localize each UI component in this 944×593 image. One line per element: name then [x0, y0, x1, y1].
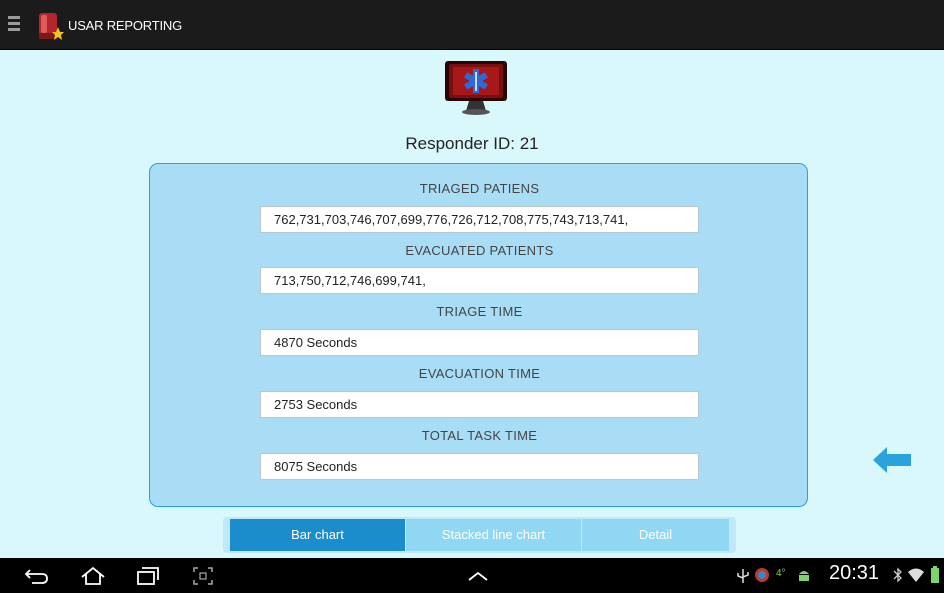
app-title: USAR REPORTING: [68, 18, 182, 33]
triage-time-field[interactable]: 4870 Seconds: [260, 329, 699, 356]
tab-stacked-line-chart[interactable]: Stacked line chart: [406, 519, 581, 551]
evacuated-patients-field[interactable]: 713,750,712,746,699,741,: [260, 267, 699, 294]
back-arrow-icon[interactable]: [873, 445, 911, 475]
android-icon: [799, 571, 809, 581]
chart-tab-bar: Bar chart Stacked line chart Detail: [223, 517, 736, 553]
clock: 20:31: [829, 562, 880, 584]
system-navigation-bar: 4° 20:31: [0, 558, 944, 593]
security-shield-icon: [755, 568, 769, 582]
total-task-time-field[interactable]: 8075 Seconds: [260, 453, 699, 480]
triaged-patients-label: TRIAGED PATIENS: [419, 181, 540, 196]
temperature-indicator: 4°: [776, 568, 786, 579]
recent-apps-icon[interactable]: [136, 566, 160, 586]
tab-bar-chart[interactable]: Bar chart: [230, 519, 405, 551]
evacuation-time-label: EVACUATION TIME: [418, 366, 541, 381]
responder-id: Responder ID: 21: [405, 134, 539, 153]
screenshot-icon[interactable]: [192, 566, 214, 586]
main-content: Responder ID: 21 TRIAGED PATIENS 762,731…: [0, 50, 944, 558]
evacuation-time-field[interactable]: 2753 Seconds: [260, 391, 699, 418]
medical-monitor-icon: [445, 61, 507, 115]
evacuated-patients-label: EVACUATED PATIENTS: [405, 243, 554, 258]
chevron-up-icon[interactable]: [467, 570, 489, 582]
triage-time-label: TRIAGE TIME: [436, 304, 523, 319]
tab-detail[interactable]: Detail: [582, 519, 729, 551]
menu-icon[interactable]: [8, 16, 20, 32]
back-icon[interactable]: [24, 567, 50, 585]
battery-icon: [931, 566, 939, 583]
usb-icon: [737, 569, 749, 583]
wifi-icon: [908, 568, 924, 582]
app-logo-icon[interactable]: [36, 11, 64, 41]
triaged-patients-field[interactable]: 762,731,703,746,707,699,776,726,712,708,…: [260, 206, 699, 233]
action-bar: USAR REPORTING: [0, 0, 944, 50]
bluetooth-icon: [893, 567, 902, 583]
home-icon[interactable]: [80, 566, 106, 586]
total-task-time-label: TOTAL TASK TIME: [421, 428, 538, 443]
report-panel: TRIAGED PATIENS 762,731,703,746,707,699,…: [149, 163, 808, 507]
